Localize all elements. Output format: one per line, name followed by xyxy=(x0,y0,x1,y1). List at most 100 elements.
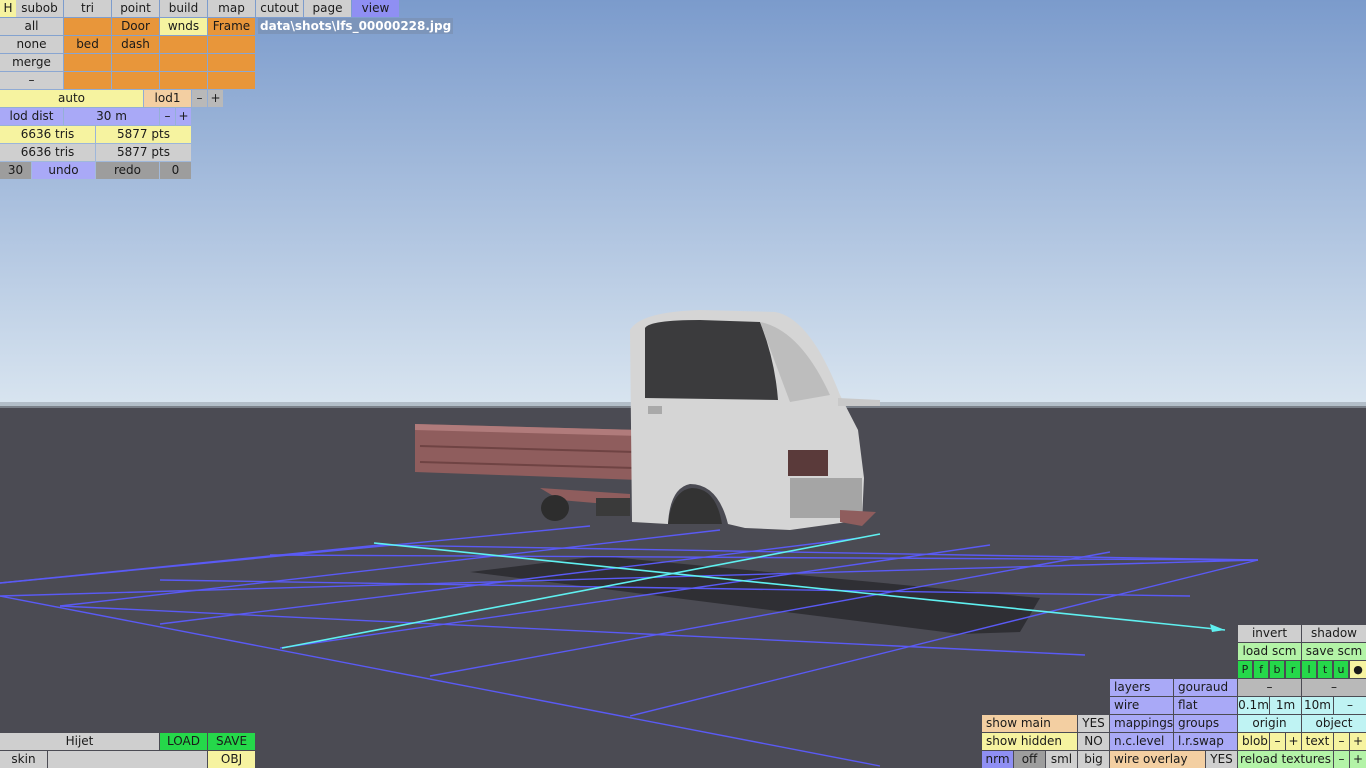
load-scm-button[interactable]: load scm xyxy=(1238,643,1301,660)
menu-point[interactable]: point xyxy=(112,0,159,17)
menu-map[interactable]: map xyxy=(208,0,255,17)
shadow-button[interactable]: shadow xyxy=(1302,625,1366,642)
menu-build[interactable]: build xyxy=(160,0,207,17)
invert-button[interactable]: invert xyxy=(1238,625,1301,642)
groups-button[interactable]: groups xyxy=(1174,715,1237,732)
lod-auto-button[interactable]: auto xyxy=(0,90,143,107)
h-toggle-button[interactable]: H xyxy=(0,0,16,17)
flag-t[interactable]: t xyxy=(1318,661,1332,678)
flag-u[interactable]: u xyxy=(1334,661,1348,678)
lod-minus-button[interactable]: – xyxy=(192,90,207,107)
flat-button[interactable]: flat xyxy=(1174,697,1237,714)
save-scm-button[interactable]: save scm xyxy=(1302,643,1366,660)
group-minus-button[interactable]: – xyxy=(0,72,63,89)
grid-off-button[interactable]: – xyxy=(1334,697,1366,714)
obj-button[interactable]: OBJ xyxy=(208,751,255,768)
grid-0-1m-button[interactable]: 0.1m xyxy=(1238,697,1269,714)
group-none-button[interactable]: none xyxy=(0,36,63,53)
layers-button[interactable]: layers xyxy=(1110,679,1173,696)
text-plus-button[interactable]: + xyxy=(1350,733,1366,750)
menu-tri[interactable]: tri xyxy=(64,0,111,17)
wire-overlay-toggle[interactable]: YES xyxy=(1206,751,1237,768)
origin-button[interactable]: origin xyxy=(1238,715,1301,732)
load-button[interactable]: LOAD xyxy=(160,733,207,750)
grid-1m-button[interactable]: 1m xyxy=(1270,697,1301,714)
flag-p[interactable]: P xyxy=(1238,661,1252,678)
lr-swap-button[interactable]: l.r.swap xyxy=(1174,733,1237,750)
flag-b[interactable]: b xyxy=(1270,661,1284,678)
group-slot[interactable] xyxy=(64,54,111,71)
pts-count: 5877 pts xyxy=(96,126,191,143)
undo-count: 30 xyxy=(0,162,31,179)
size-nrm-button[interactable]: nrm xyxy=(982,751,1013,768)
menu-view[interactable]: view xyxy=(352,0,399,17)
blob-minus-button[interactable]: – xyxy=(1270,733,1285,750)
blob-label: blob xyxy=(1238,733,1269,750)
lod-level[interactable]: lod1 xyxy=(144,90,191,107)
group-slot[interactable] xyxy=(64,72,111,89)
group-merge-button[interactable]: merge xyxy=(0,54,63,71)
menu-subob[interactable]: subob xyxy=(16,0,63,17)
group-bed[interactable]: bed xyxy=(64,36,111,53)
group-slot[interactable] xyxy=(160,54,207,71)
model-name-field[interactable]: Hijet xyxy=(0,733,159,750)
reload-textures-button[interactable]: reload textures xyxy=(1238,751,1333,768)
reload-plus-button[interactable]: + xyxy=(1350,751,1366,768)
text-label: text xyxy=(1302,733,1333,750)
flag-f[interactable]: f xyxy=(1254,661,1268,678)
menu-page[interactable]: page xyxy=(304,0,351,17)
redo-count: 0 xyxy=(160,162,191,179)
flag-l[interactable]: l xyxy=(1302,661,1316,678)
blob-plus-button[interactable]: + xyxy=(1286,733,1301,750)
dash-a-button[interactable]: – xyxy=(1238,679,1301,696)
group-slot[interactable] xyxy=(160,36,207,53)
flag-r[interactable]: r xyxy=(1286,661,1300,678)
text-minus-button[interactable]: – xyxy=(1334,733,1349,750)
tris-count-total: 6636 tris xyxy=(0,144,95,161)
group-slot[interactable] xyxy=(160,72,207,89)
3d-viewport[interactable] xyxy=(0,0,1366,768)
group-frame[interactable]: Frame xyxy=(208,18,255,35)
group-slot[interactable] xyxy=(112,72,159,89)
gouraud-button[interactable]: gouraud xyxy=(1174,679,1237,696)
group-dash[interactable]: dash xyxy=(112,36,159,53)
show-hidden-label: show hidden xyxy=(982,733,1077,750)
wire-button[interactable]: wire xyxy=(1110,697,1173,714)
tris-count: 6636 tris xyxy=(0,126,95,143)
undo-button[interactable]: undo xyxy=(32,162,95,179)
lod-plus-button[interactable]: + xyxy=(208,90,223,107)
save-button[interactable]: SAVE xyxy=(208,733,255,750)
lod-dist-minus-button[interactable]: – xyxy=(160,108,175,125)
object-button[interactable]: object xyxy=(1302,715,1366,732)
redo-button[interactable]: redo xyxy=(96,162,159,179)
pts-count-total: 5877 pts xyxy=(96,144,191,161)
group-slot[interactable] xyxy=(208,72,255,89)
group-wnds[interactable]: wnds xyxy=(160,18,207,35)
show-hidden-toggle[interactable]: NO xyxy=(1078,733,1109,750)
grid-10m-button[interactable]: 10m xyxy=(1302,697,1333,714)
skin-label: skin xyxy=(0,751,47,768)
dash-b-button[interactable]: – xyxy=(1302,679,1366,696)
show-main-label: show main xyxy=(982,715,1077,732)
size-off-button[interactable]: off xyxy=(1014,751,1045,768)
skin-field[interactable] xyxy=(48,751,207,768)
group-all-button[interactable]: all xyxy=(0,18,63,35)
wire-overlay-label: wire overlay xyxy=(1110,751,1205,768)
group-slot[interactable] xyxy=(112,54,159,71)
size-sml-button[interactable]: sml xyxy=(1046,751,1077,768)
menu-cutout[interactable]: cutout xyxy=(256,0,303,17)
reload-minus-button[interactable]: – xyxy=(1334,751,1349,768)
flag-dot[interactable]: ● xyxy=(1350,661,1366,678)
lod-dist-value[interactable]: 30 m xyxy=(64,108,159,125)
lod-dist-plus-button[interactable]: + xyxy=(176,108,191,125)
group-slot[interactable] xyxy=(208,54,255,71)
nc-level-button[interactable]: n.c.level xyxy=(1110,733,1173,750)
show-main-toggle[interactable]: YES xyxy=(1078,715,1109,732)
group-slot[interactable] xyxy=(208,36,255,53)
lod-dist-label: lod dist xyxy=(0,108,63,125)
mappings-button[interactable]: mappings xyxy=(1110,715,1173,732)
file-path-label: data\shots\lfs_00000228.jpg xyxy=(258,18,454,34)
size-big-button[interactable]: big xyxy=(1078,751,1109,768)
group-door[interactable]: Door xyxy=(112,18,159,35)
group-slot[interactable] xyxy=(64,18,111,35)
